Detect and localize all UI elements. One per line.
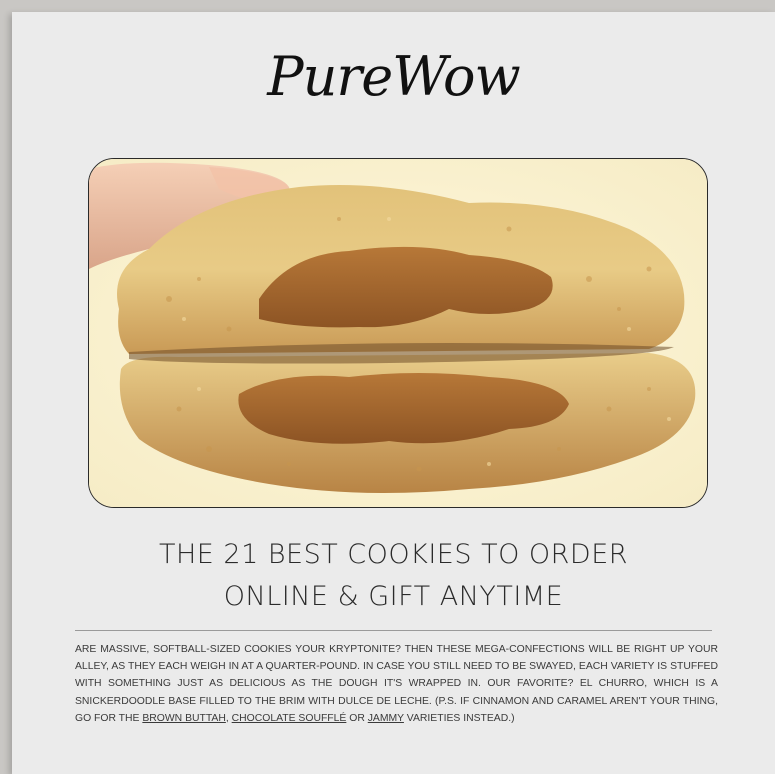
headline-line-2: ONLINE & GIFT ANYTIME xyxy=(223,581,564,612)
article-body: ARE MASSIVE, SOFTBALL-SIZED COOKIES YOUR… xyxy=(75,641,718,727)
article-card: PureWow THE 21 BEST COOKIES TO ORDER ONL… xyxy=(12,12,775,774)
brand-logo[interactable]: PureWow xyxy=(12,50,775,104)
link-chocolate-souffle[interactable]: CHOCOLATE SOUFFLÉ xyxy=(232,713,347,724)
body-outro: VARIETIES INSTEAD.) xyxy=(403,712,515,724)
divider xyxy=(75,630,712,631)
hero-image xyxy=(88,158,708,508)
separator: OR xyxy=(346,712,368,724)
headline-line-1: THE 21 BEST COOKIES TO ORDER xyxy=(158,539,629,570)
link-jammy[interactable]: JAMMY xyxy=(368,713,404,724)
article-headline: THE 21 BEST COOKIES TO ORDER ONLINE & GI… xyxy=(52,534,735,618)
cookie-photo-icon xyxy=(89,159,707,507)
screenshot-canvas: PureWow THE 21 BEST COOKIES TO ORDER ONL… xyxy=(0,0,775,774)
link-brown-buttah[interactable]: BROWN BUTTAH xyxy=(142,713,226,724)
